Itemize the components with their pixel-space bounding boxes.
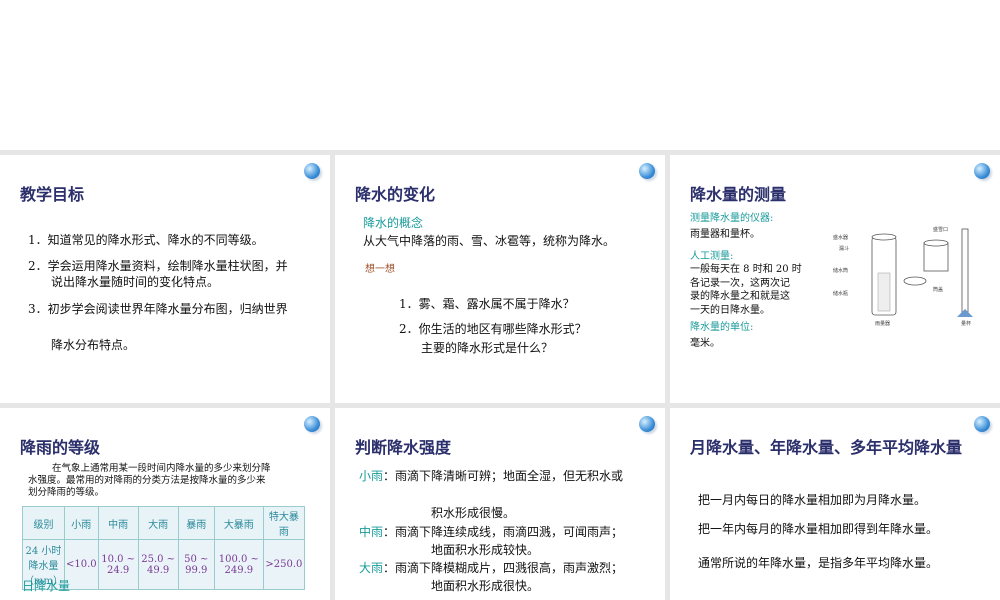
slide-title: 降雨的等级 (20, 438, 101, 457)
objective-2: 2．学会运用降水量资料，绘制降水量柱状图，并 (28, 259, 288, 273)
slide-thumbnail-4[interactable]: 降雨的等级 在气象上通常用某一段时间内降水量的多少来划分降 水强度。最常用的对降雨… (0, 408, 330, 600)
svg-text:盛雪口: 盛雪口 (933, 226, 948, 233)
concept-label: 降水的概念 (363, 216, 424, 230)
globe-icon (304, 416, 320, 432)
objective-3: 3．初步学会阅读世界年降水量分布图，归纳世界 (28, 302, 288, 316)
definition-monthly: 把一月内每日的降水量相加即为月降水量。 (698, 493, 927, 507)
definition-annual: 把一年内每月的降水量相加即得到年降水量。 (698, 522, 939, 536)
objective-2-cont: 说出降水量随时间的变化特点。 (51, 275, 220, 289)
slide-title: 降水量的测量 (690, 185, 787, 204)
globe-icon (974, 416, 990, 432)
intro-text: 在气象上通常用某一段时间内降水量的多少来划分降 水强度。最常用的对降雨的分类方法是… (28, 463, 271, 498)
instrument-label: 测量降水量的仪器: (690, 213, 774, 224)
instrument-text: 雨量器和量杯。 (690, 229, 760, 240)
think-label: 想一想 (365, 264, 395, 275)
svg-text:雨量器: 雨量器 (875, 320, 890, 327)
slide-thumbnail-3[interactable]: 降水量的测量 测量降水量的仪器: 雨量器和量杯。 人工测量: 一般每天在 8 时… (670, 155, 1000, 403)
slide-thumbnail-6[interactable]: 月降水量、年降水量、多年平均降水量 把一月内每日的降水量相加即为月降水量。 把一… (670, 408, 1000, 600)
manual-text: 一般每天在 8 时和 20 时各记录一次，这两次记 录的降水量之和就是这 一天的日降… (690, 264, 802, 316)
blank-area (0, 0, 1000, 150)
slide-title: 降水的变化 (355, 185, 436, 204)
objective-3-cont: 降水分布特点。 (51, 338, 136, 352)
globe-icon (304, 163, 320, 179)
rain-gauge-diagram: 盛水器 漏斗 储水筒 储水瓶 雨量器 盛雪口 筒盖 量杯 (833, 226, 973, 327)
question-1: 1．雾、霜、露水属不属于降水？ (399, 297, 575, 311)
unit-text: 毫米。 (690, 338, 720, 349)
globe-icon (974, 163, 990, 179)
svg-text:量杯: 量杯 (961, 320, 971, 327)
globe-icon (639, 163, 655, 179)
concept-text: 从大气中降落的雨、雪、冰雹等，统称为降水。 (363, 234, 616, 248)
svg-text:储水瓶: 储水瓶 (833, 290, 848, 297)
definition-average: 通常所说的年降水量，是指多年平均降水量。 (698, 556, 939, 570)
objective-1: 1．知道常见的降水形式、降水的不同等级。 (28, 233, 264, 247)
slide-title: 教学目标 (20, 185, 85, 204)
svg-text:漏斗: 漏斗 (839, 245, 849, 252)
light-rain-cont: 积水形成很慢。 (431, 506, 516, 520)
svg-text:盛水器: 盛水器 (833, 234, 848, 241)
slide-title: 判断降水强度 (355, 438, 452, 457)
unit-label: 降水量的单位: (690, 322, 754, 333)
slide-thumbnail-5[interactable]: 判断降水强度 小雨：雨滴下降清晰可辨；地面全湿，但无积水或 积水形成很慢。 中雨… (335, 408, 665, 600)
heavy-rain-cont: 地面积水形成很快。 (431, 579, 540, 593)
slide-title: 月降水量、年降水量、多年平均降水量 (690, 438, 963, 457)
svg-text:储水筒: 储水筒 (833, 267, 848, 274)
daily-precip-label: 日降水量 (22, 579, 71, 593)
moderate-rain-cont: 地面积水形成较快。 (431, 543, 540, 557)
slide-thumbnail-2[interactable]: 降水的变化 降水的概念 从大气中降落的雨、雪、冰雹等，统称为降水。 想一想 1．… (335, 155, 665, 403)
question-2-cont: 主要的降水形式是什么？ (421, 341, 554, 355)
svg-text:筒盖: 筒盖 (933, 286, 943, 293)
globe-icon (639, 416, 655, 432)
slide-thumbnail-1[interactable]: 教学目标 1．知道常见的降水形式、降水的不同等级。 2．学会运用降水量资料，绘制… (0, 155, 330, 403)
question-2: 2．你生活的地区有哪些降水形式？ (399, 322, 587, 336)
